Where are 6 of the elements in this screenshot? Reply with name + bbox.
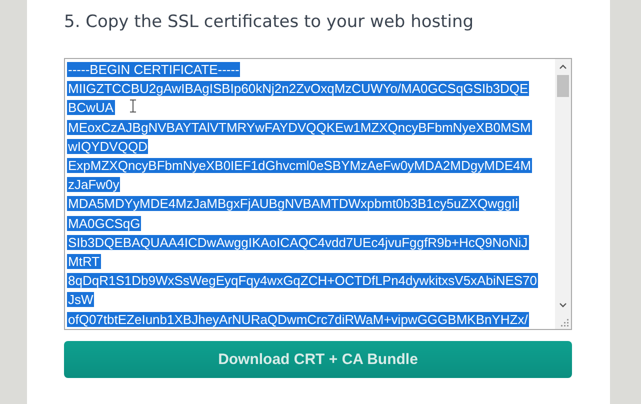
download-button[interactable]: Download CRT + CA Bundle	[64, 341, 572, 378]
certificate-textarea[interactable]	[64, 58, 572, 330]
scroll-thumb[interactable]	[557, 75, 569, 97]
text-cursor-icon	[129, 99, 137, 113]
step-heading: 5. Copy the SSL certificates to your web hosting	[64, 12, 475, 34]
scrollbar[interactable]	[555, 59, 571, 329]
